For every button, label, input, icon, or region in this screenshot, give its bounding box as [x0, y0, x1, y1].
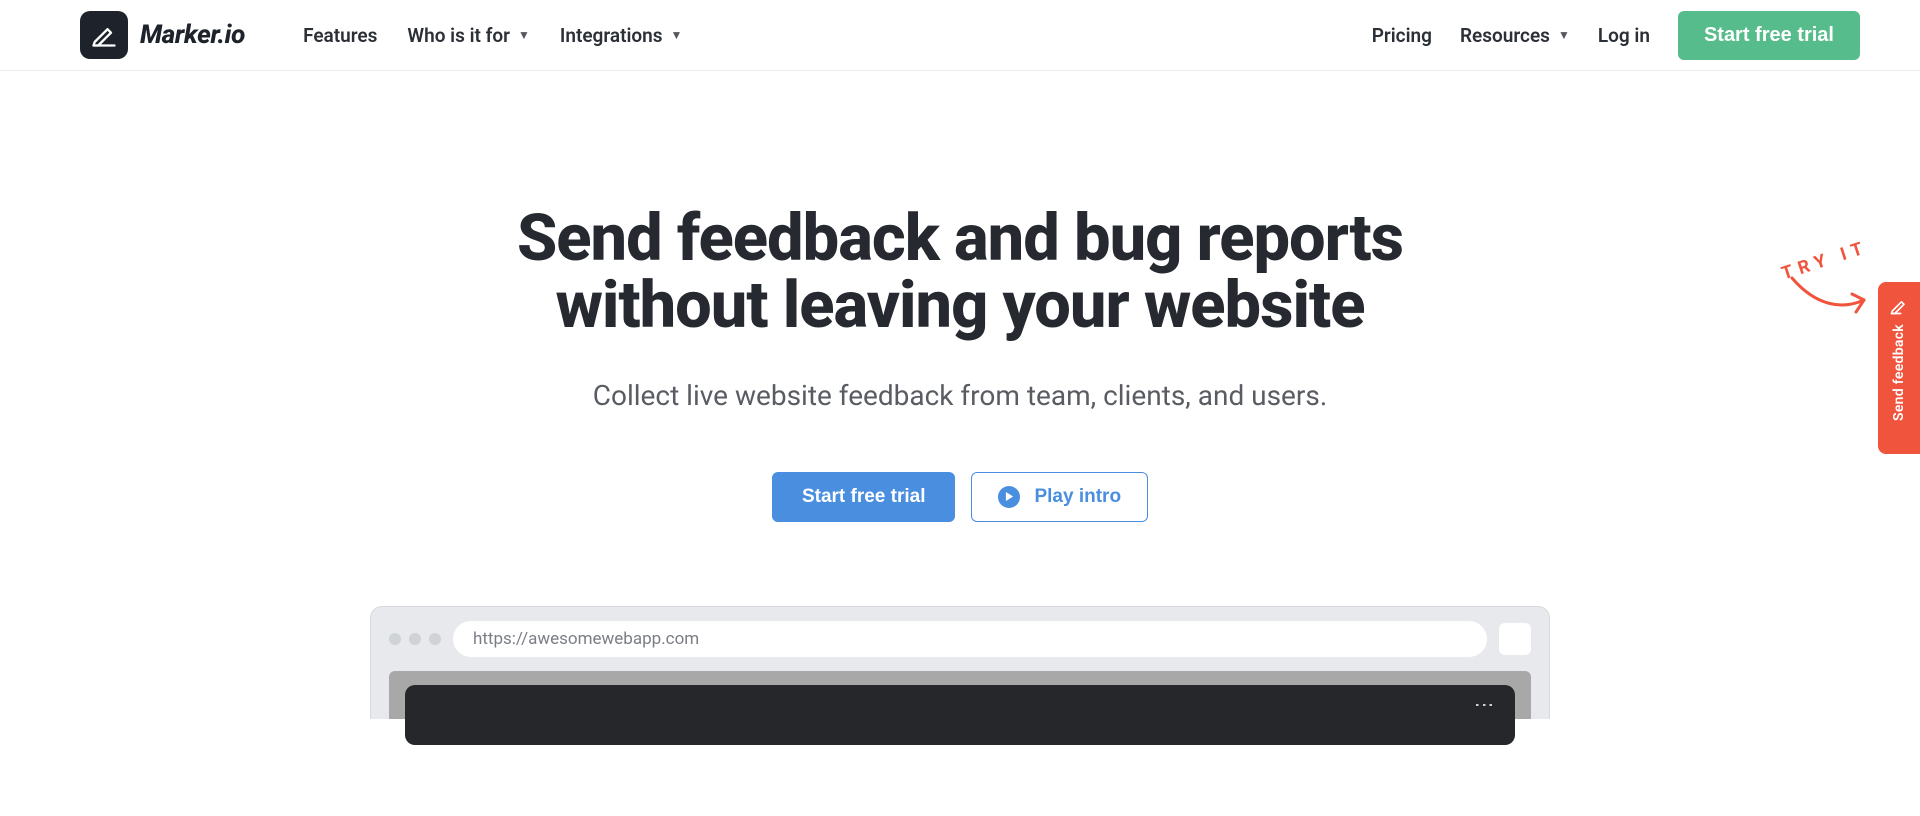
nav-secondary: Pricing Resources ▼ Log in Start free tr… [1372, 11, 1860, 60]
nav-login[interactable]: Log in [1598, 24, 1650, 47]
browser-chrome: https://awesomewebapp.com ⋮ [370, 606, 1550, 719]
feedback-widget[interactable]: Send feedback [1878, 282, 1920, 454]
play-intro-button[interactable]: Play intro [971, 472, 1148, 522]
hero: Send feedback and bug reports without le… [0, 71, 1920, 719]
hero-subtitle: Collect live website feedback from team,… [0, 379, 1920, 412]
chevron-down-icon: ▼ [671, 28, 683, 42]
play-icon [998, 486, 1020, 508]
nav-label: Resources [1460, 24, 1550, 47]
logo-text: Marker.io [140, 20, 245, 50]
feedback-widget-label: Send feedback [1891, 324, 1907, 421]
browser-extra-button [1499, 623, 1531, 655]
chevron-down-icon: ▼ [518, 28, 530, 42]
nav-features[interactable]: Features [303, 24, 377, 47]
hero-cta-row: Start free trial Play intro [0, 472, 1920, 522]
nav-primary: Features Who is it for ▼ Integrations ▼ [303, 24, 682, 47]
traffic-lights-icon [389, 633, 441, 645]
nav-label: Pricing [1372, 24, 1432, 47]
kebab-icon: ⋮ [1473, 695, 1497, 716]
top-nav: Marker.io Features Who is it for ▼ Integ… [0, 0, 1920, 71]
play-intro-label: Play intro [1034, 486, 1121, 508]
hero-title: Send feedback and bug reports without le… [460, 205, 1460, 339]
start-trial-hero-button[interactable]: Start free trial [772, 472, 956, 522]
nav-label: Who is it for [407, 24, 510, 47]
nav-who-is-it-for[interactable]: Who is it for ▼ [407, 24, 529, 47]
nav-label: Log in [1598, 24, 1650, 47]
logo-mark-icon [80, 11, 128, 59]
nav-resources[interactable]: Resources ▼ [1460, 24, 1570, 47]
browser-mockup: https://awesomewebapp.com ⋮ [370, 606, 1550, 719]
address-bar: https://awesomewebapp.com [453, 621, 1487, 657]
start-trial-nav-button[interactable]: Start free trial [1678, 11, 1860, 60]
nav-label: Features [303, 24, 377, 47]
pencil-icon [1889, 296, 1909, 316]
chevron-down-icon: ▼ [1558, 28, 1570, 42]
nav-pricing[interactable]: Pricing [1372, 24, 1432, 47]
address-bar-url: https://awesomewebapp.com [473, 629, 699, 649]
mock-app-bar [405, 685, 1515, 745]
nav-label: Integrations [560, 24, 663, 47]
nav-integrations[interactable]: Integrations ▼ [560, 24, 683, 47]
logo[interactable]: Marker.io [80, 11, 245, 59]
browser-viewport: ⋮ [389, 671, 1531, 719]
